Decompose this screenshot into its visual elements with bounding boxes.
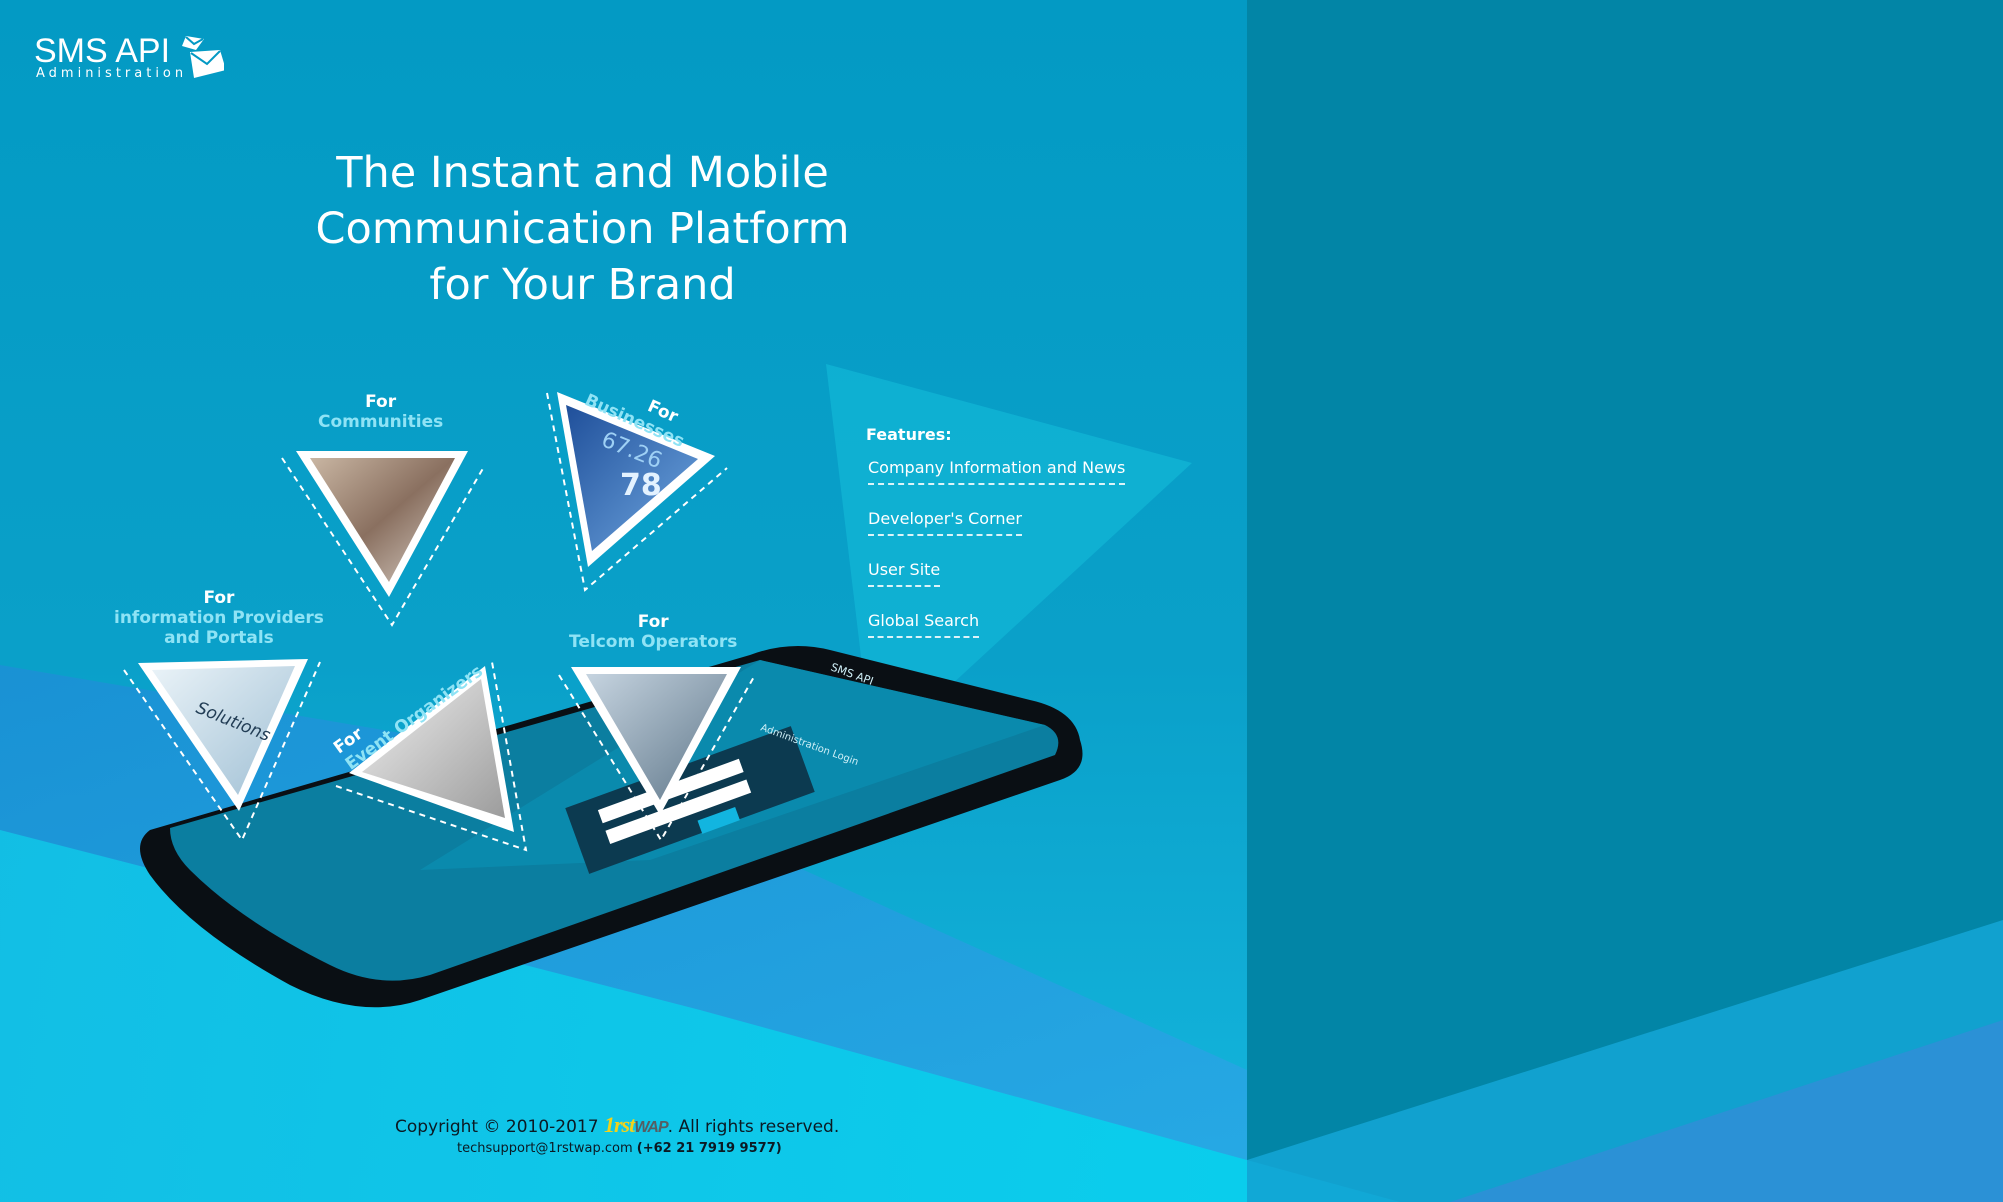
feature-link-user-site[interactable]: User Site: [868, 560, 941, 587]
svg-text:78: 78: [620, 468, 662, 503]
label-telcom-operators[interactable]: For Telcom Operators: [569, 612, 737, 652]
label-telcom-name: Telcom Operators: [569, 632, 738, 652]
copyright-suffix: . All rights reserved.: [667, 1117, 840, 1137]
footer-copyright: Copyright © 2010-2017 1rstWAP. All right…: [395, 1112, 839, 1138]
feature-link-company-info[interactable]: Company Information and News: [868, 458, 1126, 485]
triangle-telcom-operators[interactable]: [558, 667, 756, 842]
support-phone: (+62 21 7919 9577): [636, 1141, 782, 1156]
label-info-for: For: [203, 588, 235, 608]
label-communities[interactable]: For Communities: [318, 392, 443, 432]
label-telcom-for: For: [637, 612, 669, 632]
footer-contact: techsupport@1rstwap.com (+62 21 7919 957…: [457, 1141, 782, 1156]
feature-link-global-search[interactable]: Global Search: [868, 611, 980, 638]
triangle-information-providers[interactable]: Solutions: [123, 659, 321, 843]
label-info-name: information Providers: [114, 608, 324, 628]
copyright-prefix: Copyright © 2010-2017: [395, 1117, 599, 1137]
brand-logo-1rstwap[interactable]: 1rstWAP: [604, 1112, 669, 1137]
label-information-providers[interactable]: For information Providers and Portals: [114, 588, 324, 648]
features-title: Features:: [866, 425, 952, 444]
feature-link-developers-corner[interactable]: Developer's Corner: [868, 509, 1022, 536]
label-communities-name: Communities: [318, 412, 444, 432]
label-communities-for: For: [365, 392, 397, 412]
support-email[interactable]: techsupport@1rstwap.com: [457, 1141, 633, 1156]
features-panel: Features: Company Information and News D…: [866, 425, 1126, 662]
label-info-name-2: and Portals: [164, 628, 274, 648]
